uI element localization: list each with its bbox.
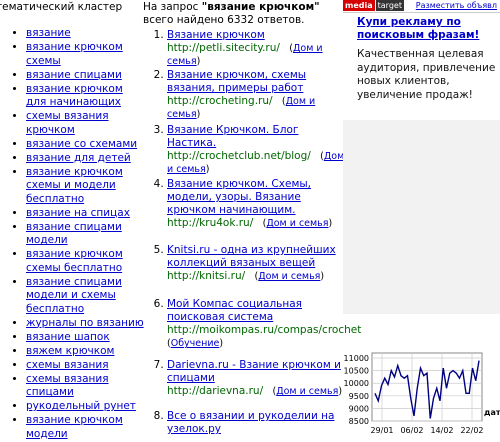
ad-topbar: media target Разместить объявл (343, 0, 500, 11)
chart-x-tick-label: 14/02 (430, 426, 453, 435)
cluster-item: журналы по вязанию (26, 317, 145, 331)
mediatarget-logo-target[interactable]: target (375, 0, 404, 11)
chart-y-tick-label: 8500 (349, 417, 369, 426)
result-url: http://crochetclub.net/blog/ (167, 150, 311, 163)
cluster-item: вязание шапок (26, 331, 145, 345)
cluster-link[interactable]: вязание крючком для начинающих (26, 83, 123, 109)
cluster-link[interactable]: журналы по вязанию (26, 317, 144, 329)
cluster-item: схемы вязания (26, 359, 145, 373)
result-title-link[interactable]: Knitsi.ru - одна из крупнейших коллекций… (167, 244, 336, 269)
chart-y-tick-label: 9000 (349, 404, 369, 413)
cluster-link[interactable]: вязание крючком схемы (26, 41, 123, 67)
cluster-item: вязание спицами (26, 69, 145, 83)
result-title-link[interactable]: Вязание крючком (167, 29, 265, 41)
cluster-item: вязание крючком для начинающих (26, 83, 145, 110)
ad-shade (343, 120, 500, 314)
result-category: (Дом и семья) (272, 386, 343, 398)
place-ad-link[interactable]: Разместить объявл (416, 0, 497, 11)
cluster-link[interactable]: схемы вязания спицами (26, 373, 109, 399)
result-item: Все о вязании и рукоделии на узелок.ру (167, 410, 345, 436)
chart-svg: 11000 10500 10000 9500 9000 850029/01 06/02 14/… (344, 352, 500, 435)
chart-y-tick-label: 10000 (344, 379, 369, 388)
result-item: Darievna.ru - Взание крючком и спицами h… (167, 359, 345, 410)
cluster-link[interactable]: рукодельный рунет (26, 400, 136, 412)
cluster-item: вязание для детей (26, 152, 145, 166)
cluster-item: вязание на спицах (26, 207, 145, 221)
result-item: Вязание Крючком. Блог Настика. http://cr… (167, 124, 345, 178)
result-url: http://petli.sitecity.ru/ (167, 42, 280, 55)
chart-y-tick-label: 9500 (349, 392, 369, 401)
cluster-heading: тематический кластер (0, 1, 123, 13)
cluster-link[interactable]: вязание спицами модели (26, 221, 122, 247)
query-term: "вязание крючком" (201, 1, 320, 13)
result-category-link[interactable]: Обучение (171, 338, 220, 349)
cluster-item: вязание спицами модели (26, 221, 145, 248)
cluster-link[interactable]: схемы вязания крючком (26, 110, 109, 136)
cluster-item: вяжем крючком (26, 345, 145, 359)
result-item: Мой Компас социальная поисковая система … (167, 298, 361, 359)
cluster-link[interactable]: вязание для детей (26, 152, 131, 164)
result-title-link[interactable]: Вязание крючком, схемы вязания, примеры … (167, 69, 306, 94)
result-url: http://knitsi.ru/ (167, 270, 246, 283)
chart-x-tick-label: 22/02 (460, 426, 483, 435)
cluster-item: вязание крючком схемы и модели бесплатно (26, 166, 145, 207)
cluster-link[interactable]: вязание на спицах (26, 207, 130, 219)
result-item: Вязание крючком, схемы вязания, примеры … (167, 69, 345, 124)
stats-chart: 11000 10500 10000 9500 9000 8500 29/01 06/02 14/… (337, 345, 500, 437)
result-category: (Обучение) (167, 338, 224, 350)
ad-divider (343, 12, 500, 13)
cluster-item: схемы вязания спицами (26, 373, 145, 400)
result-url: http://kru4ok.ru/ (167, 217, 254, 230)
cluster-item: схемы вязания крючком (26, 110, 145, 137)
cluster-link[interactable]: вязание крючком схемы бесплатно (26, 248, 123, 274)
cluster-item: вязание крючком схемы (26, 41, 145, 68)
result-category: (Дом и семья) (262, 218, 333, 230)
result-title-link[interactable]: Вязание крючком. Схемы, модели, узоры. В… (167, 178, 311, 216)
mediatarget-logo[interactable]: media (343, 0, 375, 11)
cluster-item: рукодельный рунет (26, 400, 145, 414)
result-item: Вязание крючком. Схемы, модели, узоры. В… (167, 178, 345, 244)
cluster-link[interactable]: вязание крючком схемы и модели бесплатно (26, 166, 123, 205)
ad-body: Качественная целевая аудитория, привлече… (357, 48, 496, 101)
cluster-link[interactable]: вязание со схемами (26, 138, 137, 150)
query-suffix: всего найдено 6332 ответов. (143, 14, 305, 26)
cluster-item: вязание со схемами (26, 138, 145, 152)
chart-x-tick-label: 29/01 (370, 426, 393, 435)
result-title-link[interactable]: Darievna.ru - Взание крючком и спицами (167, 359, 341, 384)
chart-x-axis-label: дат (484, 408, 500, 417)
result-category: (Дом и семья) (254, 271, 325, 283)
cluster-item: вязание (26, 27, 145, 41)
cluster-item: вязание крючком схемы бесплатно (26, 248, 145, 275)
cluster-link[interactable]: вязание шапок (26, 331, 110, 343)
cluster-link[interactable]: вязание крючком модели (26, 414, 123, 440)
result-category-link[interactable]: Дом и семья (258, 271, 320, 282)
result-title-link[interactable]: Вязание Крючком. Блог Настика. (167, 124, 298, 149)
results-list: Вязание крючком http://petli.sitecity.ru… (140, 29, 361, 436)
query-prefix: На запрос (143, 1, 202, 13)
cluster-link[interactable]: вязание (26, 27, 71, 39)
result-category-link[interactable]: Дом и семья (276, 386, 338, 397)
result-url: http://crocheting.ru/ (167, 95, 273, 108)
cluster-link[interactable]: вязание спицами (26, 69, 122, 81)
ad-title-link[interactable]: Купи рекламу по поисковым фразам! (357, 16, 497, 42)
ad-block: media target Разместить объявл Купи рекла… (343, 0, 500, 314)
cluster-item: вязание спицами модели и схемы бесплатно (26, 276, 145, 317)
result-title-link[interactable]: Все о вязании и рукоделии на узелок.ру (167, 410, 334, 435)
result-item: Knitsi.ru - одна из крупнейших коллекций… (167, 244, 345, 298)
result-url: http://darievna.ru/ (167, 385, 264, 398)
result-item: Вязание крючком http://petli.sitecity.ru… (167, 29, 345, 69)
cluster-link[interactable]: схемы вязания (26, 359, 109, 371)
chart-y-tick-label: 11000 (344, 354, 369, 363)
cluster-link[interactable]: вязание спицами модели и схемы бесплатно (26, 276, 122, 315)
result-title-link[interactable]: Мой Компас социальная поисковая система (167, 298, 302, 323)
chart-x-tick-label: 06/02 (400, 426, 423, 435)
query-summary: На запрос "вязание крючком" всего найден… (143, 1, 343, 27)
cluster-list: вязание вязание крючком схемы вязание сп… (0, 27, 145, 442)
result-category-link[interactable]: Дом и семья (266, 218, 328, 229)
result-url: http://moikompas.ru/compas/crochet (167, 324, 362, 337)
chart-y-tick-label: 10500 (344, 367, 369, 376)
cluster-link[interactable]: вяжем крючком (26, 345, 114, 357)
